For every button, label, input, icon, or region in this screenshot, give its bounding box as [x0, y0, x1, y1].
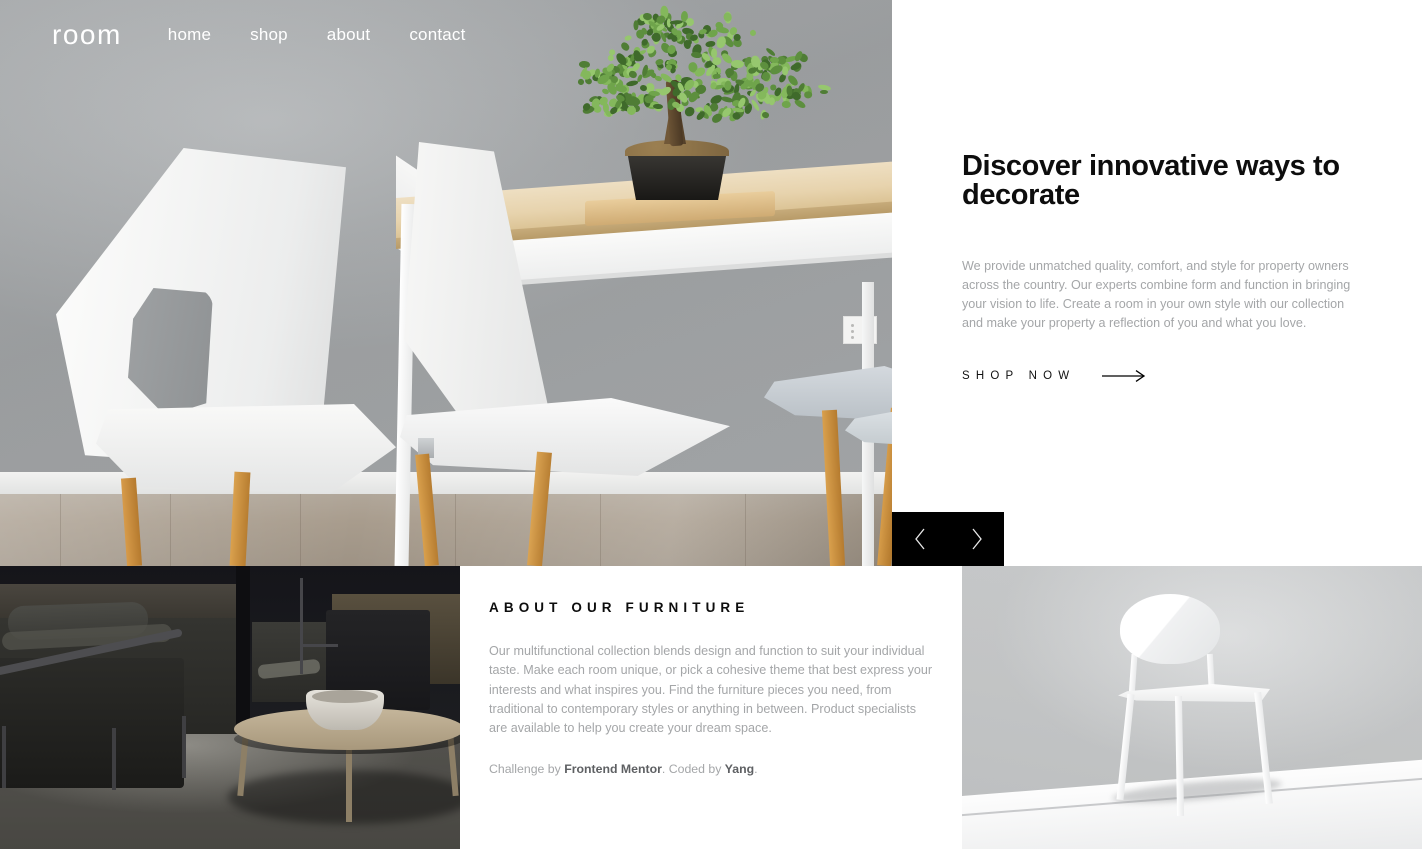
about-paragraph: Our multifunctional collection blends de…: [489, 642, 933, 738]
hero-copy-panel: Discover innovative ways to decorate We …: [892, 0, 1422, 566]
about-title: ABOUT OUR FURNITURE: [489, 600, 939, 615]
credit-middle: . Coded by: [662, 762, 725, 776]
chevron-left-icon: [914, 528, 927, 550]
brand-logo[interactable]: room: [52, 19, 122, 51]
slider-prev-button[interactable]: [892, 512, 948, 566]
chair-backrest: [1120, 594, 1220, 664]
page-root: room home shop about contact Discover in…: [0, 0, 1422, 849]
hero-title: Discover innovative ways to decorate: [962, 152, 1362, 210]
bonsai-pot: [620, 150, 734, 200]
shop-now-button[interactable]: SHOP NOW: [962, 370, 1362, 382]
about-dark-image: [0, 566, 460, 849]
about-text-panel: ABOUT OUR FURNITURE Our multifunctional …: [460, 566, 962, 849]
credit-prefix: Challenge by: [489, 762, 564, 776]
credit-line: Challenge by Frontend Mentor. Coded by Y…: [489, 762, 939, 776]
slider-controls: [892, 512, 1004, 566]
nav-link-shop[interactable]: shop: [250, 25, 288, 45]
about-section: ABOUT OUR FURNITURE Our multifunctional …: [0, 566, 1422, 849]
slider-next-button[interactable]: [948, 512, 1004, 566]
nav-link-home[interactable]: home: [168, 25, 211, 45]
nav-links: home shop about contact: [168, 25, 466, 45]
frontend-mentor-link[interactable]: Frontend Mentor: [564, 762, 662, 776]
hero-image: [0, 0, 892, 566]
about-light-image: [962, 566, 1422, 849]
author-link[interactable]: Yang: [725, 762, 754, 776]
main-navigation: room home shop about contact: [0, 0, 892, 70]
hero-paragraph: We provide unmatched quality, comfort, a…: [962, 257, 1362, 334]
credit-suffix: .: [754, 762, 757, 776]
long-right-arrow-icon: [1102, 370, 1146, 382]
nav-link-contact[interactable]: contact: [409, 25, 465, 45]
chevron-right-icon: [970, 528, 983, 550]
shop-now-label: SHOP NOW: [962, 370, 1075, 382]
nav-link-about[interactable]: about: [327, 25, 371, 45]
hero-section: room home shop about contact Discover in…: [0, 0, 1422, 566]
armchair-left: [0, 658, 184, 788]
